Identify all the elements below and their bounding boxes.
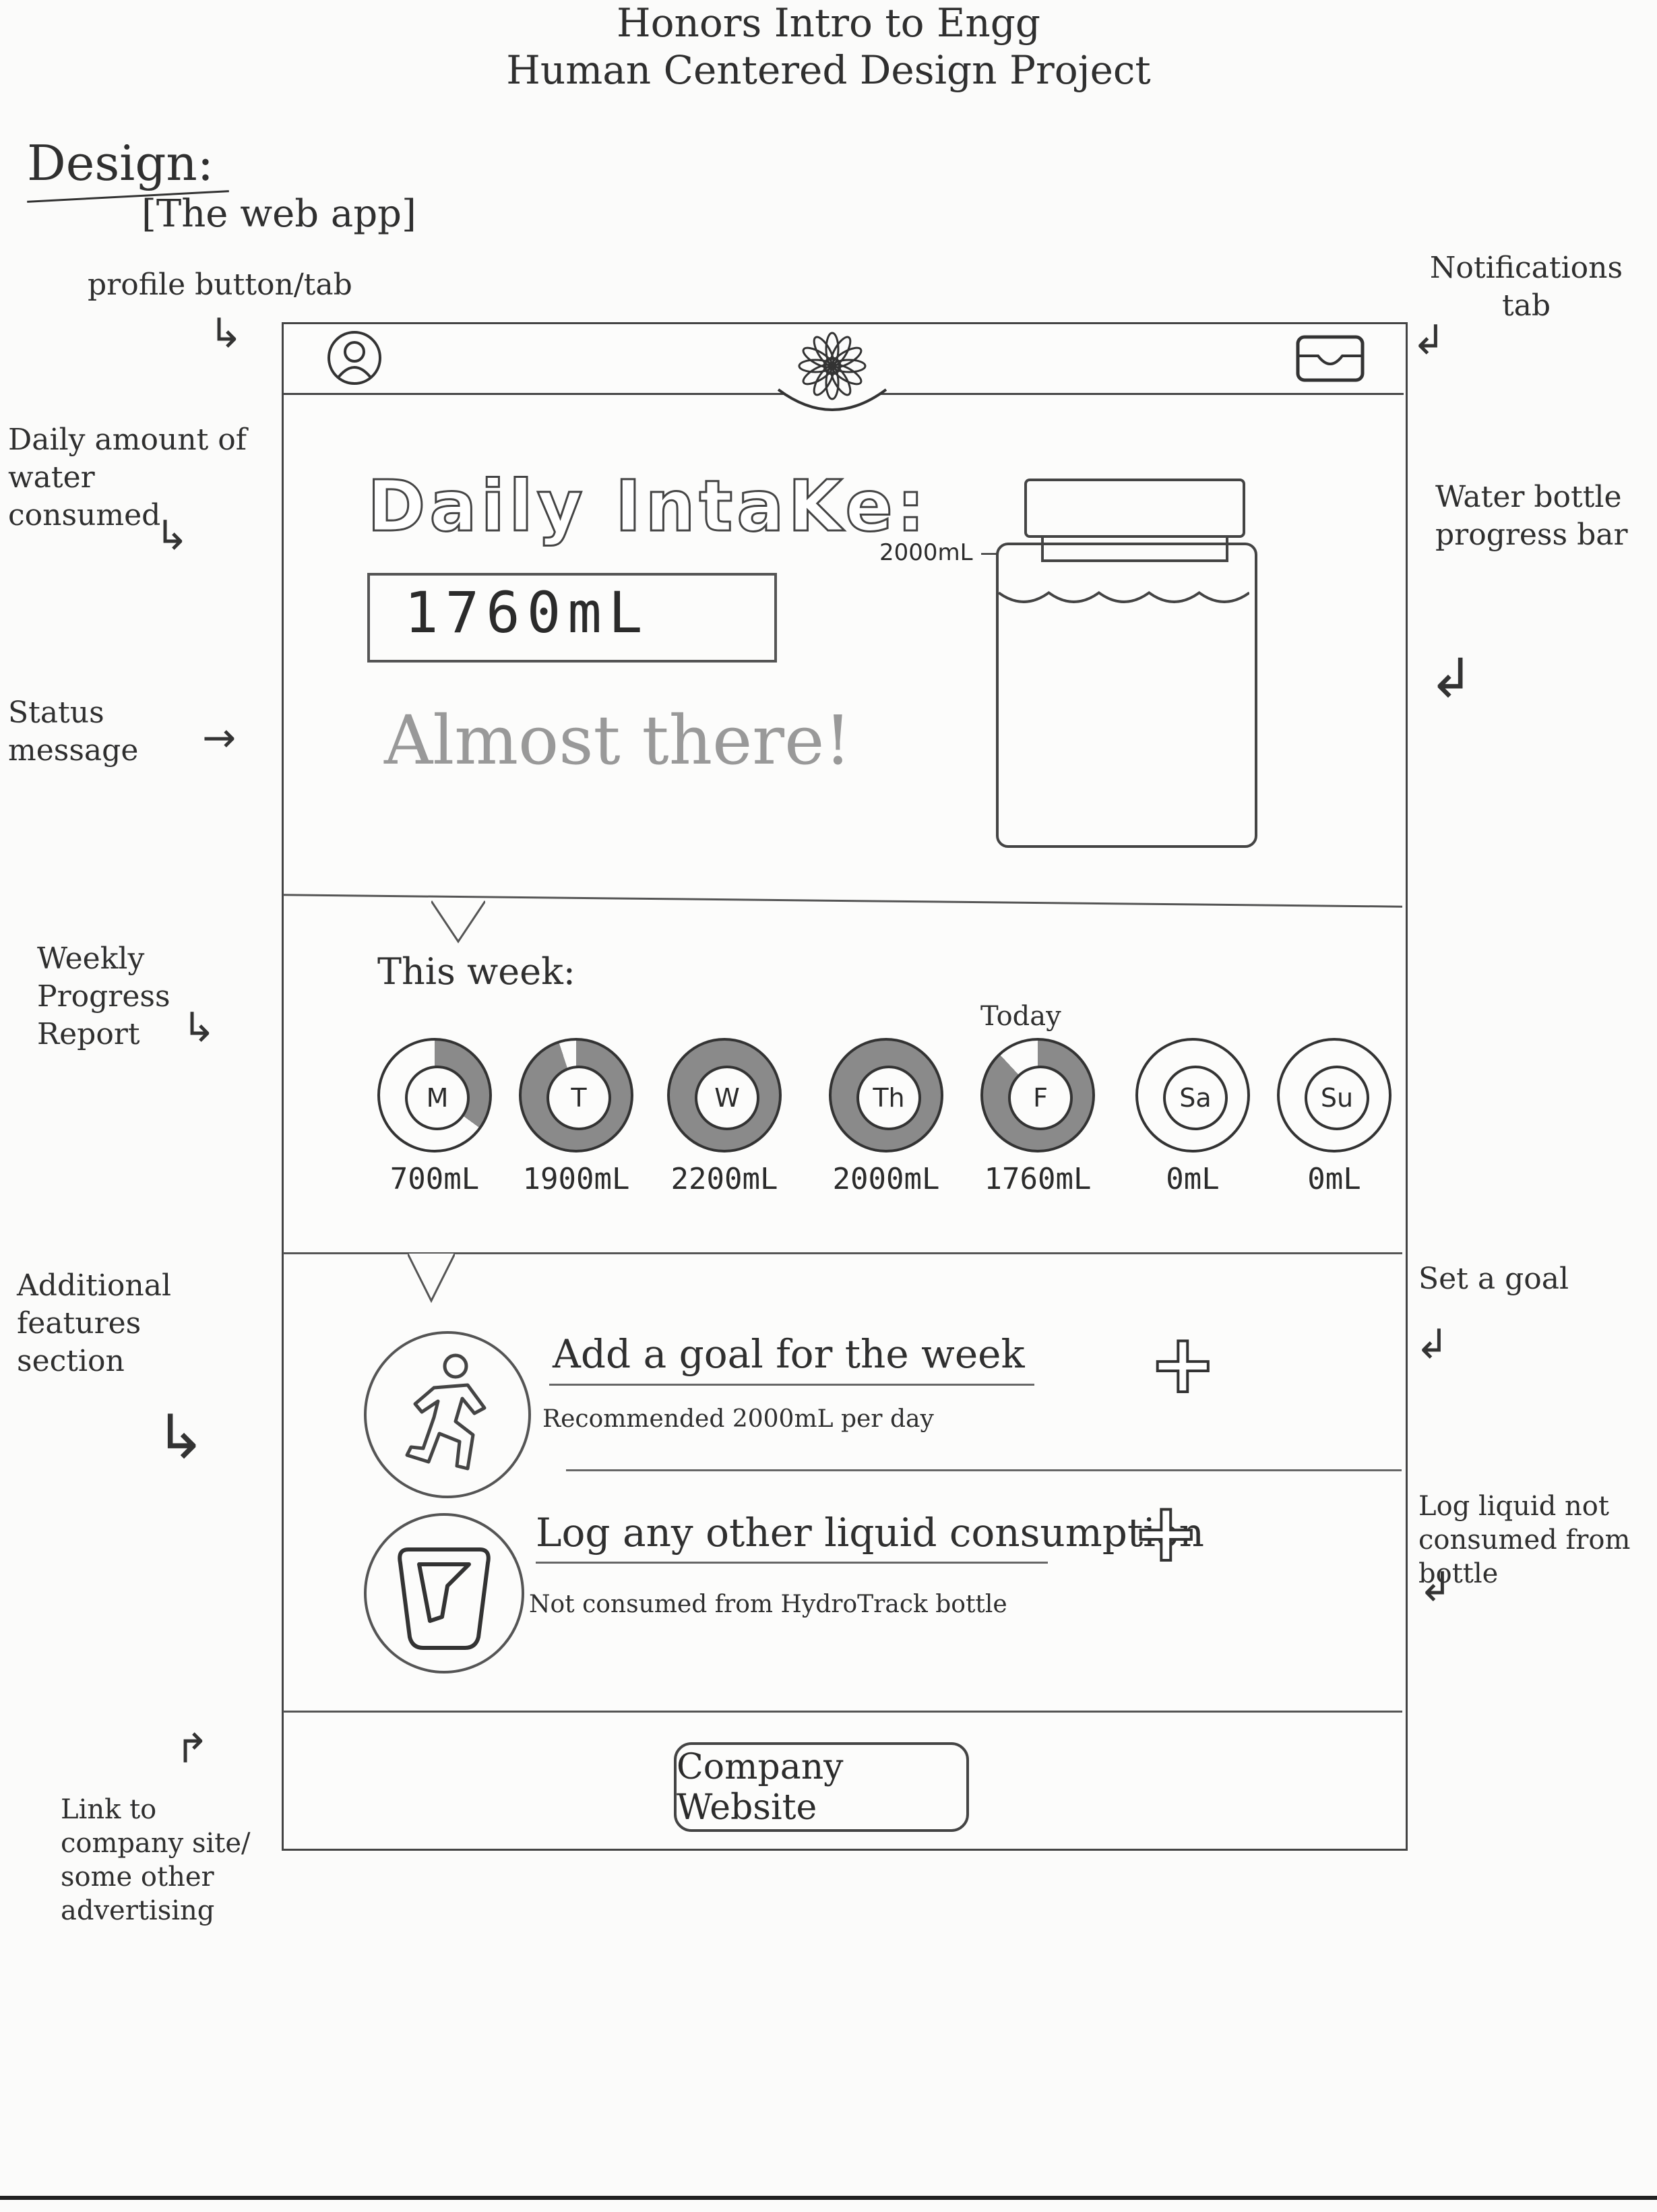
profile-icon (327, 331, 381, 385)
day-amount: 1760mL (984, 1162, 1092, 1196)
notifications-button[interactable] (1294, 332, 1367, 386)
status-message: Almost there! (384, 701, 852, 780)
day-label: T (546, 1066, 611, 1130)
day-label: W (695, 1066, 759, 1130)
annotation-arrow: ↱ (175, 1725, 210, 1773)
annotation-log-liquid: Log liquid not consumed from bottle (1418, 1491, 1631, 1589)
app-logo (772, 322, 893, 423)
daily-intake-title: Daily IntaKe: (366, 464, 929, 549)
day-progress-ring: Su (1277, 1038, 1392, 1153)
flower-logo-icon (777, 332, 887, 411)
annotation-daily-amount: Daily amount of water consumed (8, 423, 247, 532)
runner-icon (405, 1353, 487, 1471)
day-th[interactable]: Th 2000mL (825, 1038, 947, 1196)
add-goal-button[interactable]: + (1148, 1316, 1218, 1413)
day-label: M (405, 1066, 470, 1130)
cup-icon (398, 1547, 491, 1650)
day-amount: 1900mL (522, 1162, 630, 1196)
day-su[interactable]: Su 0mL (1274, 1038, 1395, 1196)
annotation-arrow: ↳ (182, 1004, 216, 1051)
annotation-company: Link to company site/ some other adverti… (61, 1794, 251, 1926)
day-progress-ring: F (980, 1038, 1095, 1153)
log-liquid-button[interactable]: + (1131, 1485, 1201, 1581)
plus-icon: + (1131, 1485, 1201, 1581)
day-m[interactable]: M 700mL (374, 1038, 495, 1196)
annotation-weekly: Weekly Progress Report (37, 942, 170, 1051)
annotation-status: Status message (8, 696, 139, 768)
page-title: Honors Intro to Engg (617, 0, 1040, 46)
day-amount: 2200mL (670, 1162, 778, 1196)
plus-icon: + (1148, 1316, 1218, 1413)
day-amount: 0mL (1166, 1162, 1220, 1196)
water-wave (999, 590, 1249, 603)
divider-notch (406, 1252, 456, 1306)
runner-badge (364, 1331, 531, 1498)
log-title-underline (536, 1562, 1048, 1564)
bottle-cap (1024, 479, 1245, 538)
annotation-arrow: ↲ (1418, 1564, 1453, 1611)
annotation-arrow: ↳ (155, 512, 189, 559)
goal-subtitle: Recommended 2000mL per day (542, 1405, 934, 1433)
day-w[interactable]: W 2200mL (664, 1038, 785, 1196)
annotation-arrow: → (202, 714, 237, 762)
day-label: Th (856, 1066, 921, 1130)
day-progress-ring: M (377, 1038, 492, 1153)
intake-value: 1760mL (404, 580, 650, 646)
goal-title-underline (549, 1384, 1034, 1386)
day-label: Sa (1163, 1066, 1228, 1130)
annotation-additional: Additional features section (17, 1268, 172, 1378)
paper-edge (0, 2196, 1657, 2200)
day-label: Su (1305, 1066, 1369, 1130)
annotation-arrow: ↳ (155, 1402, 206, 1473)
today-label: Today (980, 1001, 1061, 1032)
company-website-button[interactable]: Company Website (674, 1742, 969, 1832)
annotation-water-bottle: Water bottle progress bar (1435, 480, 1628, 552)
annotation-set-goal: Set a goal (1418, 1262, 1569, 1296)
design-label: Design: (27, 135, 214, 191)
day-sa[interactable]: Sa 0mL (1132, 1038, 1253, 1196)
inbox-icon (1296, 335, 1365, 382)
day-label: F (1008, 1066, 1073, 1130)
day-t[interactable]: T 1900mL (515, 1038, 637, 1196)
week-title: This week: (377, 950, 575, 993)
annotation-arrow: ↲ (1412, 317, 1446, 364)
log-subtitle: Not consumed from HydroTrack bottle (529, 1591, 1007, 1618)
divider-notch (430, 900, 487, 947)
profile-button[interactable] (323, 330, 385, 386)
log-title[interactable]: Log any other liquid consumption (536, 1510, 1204, 1556)
day-progress-ring: Th (829, 1038, 943, 1153)
annotation-arrow: ↲ (1429, 647, 1474, 710)
goal-title[interactable]: Add a goal for the week (553, 1331, 1025, 1377)
day-amount: 0mL (1307, 1162, 1361, 1196)
bottle-marker-label: 2000mL — (879, 539, 1003, 566)
annotation-arrow: ↳ (209, 310, 243, 357)
page-subtitle: Human Centered Design Project (506, 47, 1151, 93)
webapp-label: [The web app] (142, 192, 416, 236)
annotation-arrow: ↲ (1415, 1321, 1449, 1368)
footer-divider (283, 1711, 1402, 1713)
day-progress-ring: Sa (1135, 1038, 1250, 1153)
bottle-marker-text: 2000mL (879, 539, 973, 566)
cup-badge (364, 1513, 524, 1673)
water-bottle-progress (996, 543, 1257, 848)
day-progress-ring: T (519, 1038, 633, 1153)
water-level (999, 590, 1249, 603)
day-amount: 2000mL (832, 1162, 940, 1196)
day-progress-ring: W (667, 1038, 782, 1153)
day-amount: 700mL (389, 1162, 480, 1196)
annotation-notifications: Notifications tab (1429, 251, 1623, 323)
feature-divider (566, 1469, 1402, 1471)
day-f[interactable]: F 1760mL (977, 1038, 1098, 1196)
annotation-profile: profile button/tab (88, 268, 352, 302)
